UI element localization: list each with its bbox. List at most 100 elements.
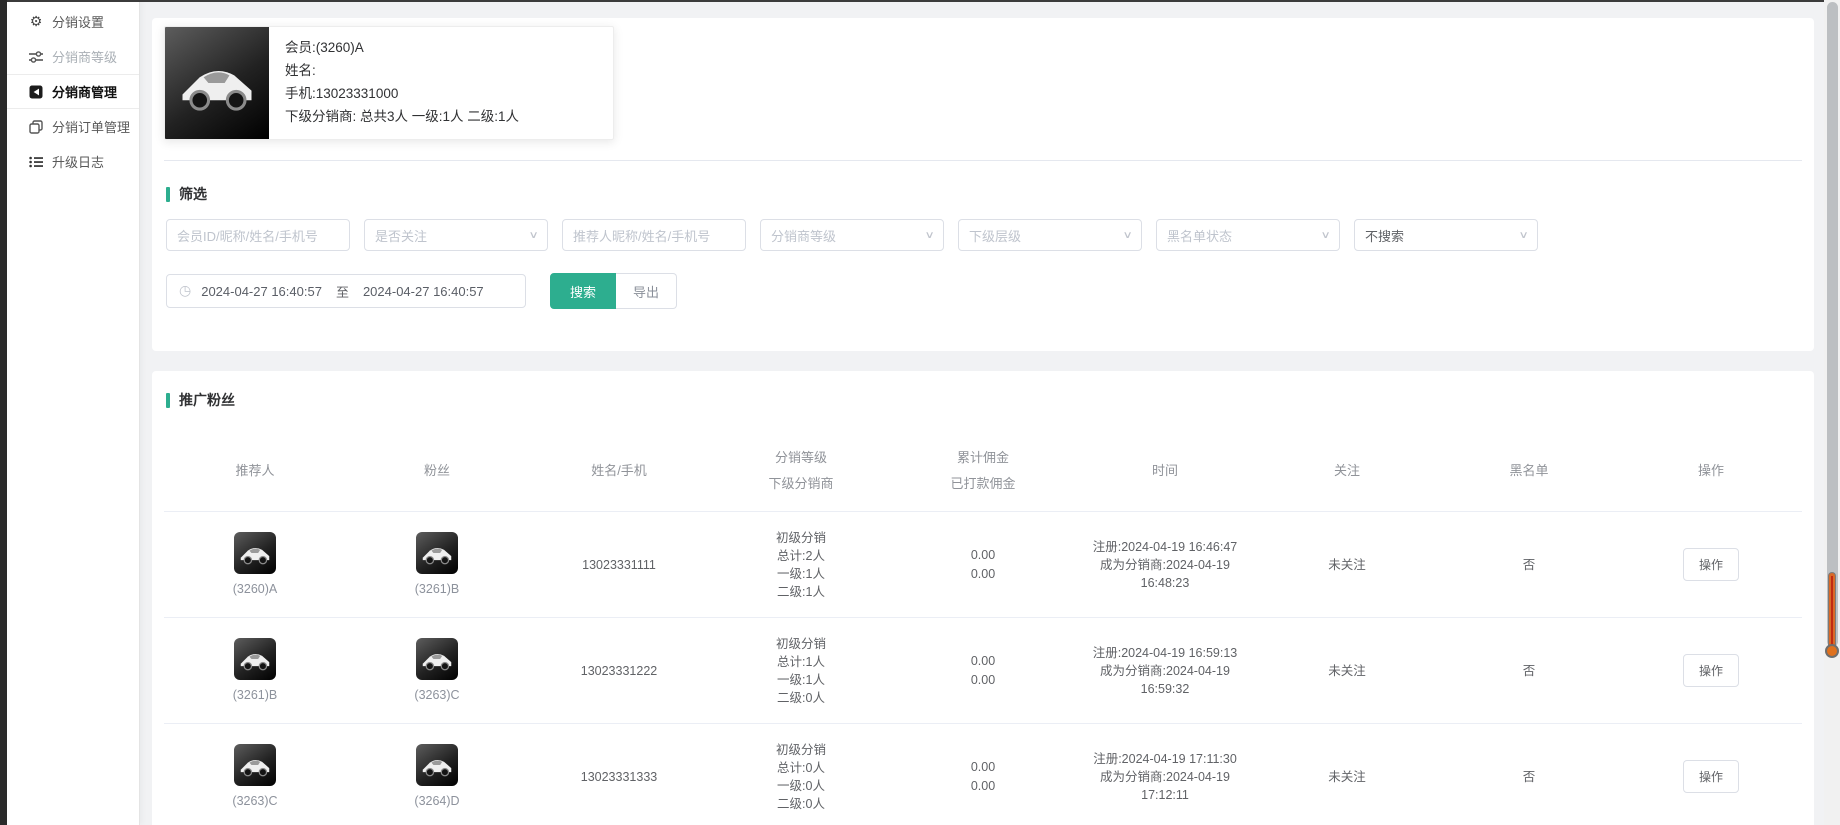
follow-cell: 未关注: [1256, 618, 1438, 724]
fan-cell: (3261)B: [346, 512, 528, 618]
row-action-button[interactable]: 操作: [1683, 760, 1739, 793]
date-range-picker[interactable]: ◷ 2024-04-27 16:40:57 至 2024-04-27 16:40…: [166, 274, 526, 308]
placeholder-text: 推荐人昵称/姓名/手机号: [573, 226, 735, 245]
fan-cell: (3264)D: [346, 724, 528, 825]
fan-avatar: [416, 744, 458, 786]
sidebar-item-3[interactable]: 分销订单管理: [7, 109, 139, 144]
column-header-3: 分销等级下级分销商: [710, 431, 892, 512]
member-name: 姓名:: [285, 59, 519, 82]
column-header-2: 姓名/手机: [528, 431, 710, 512]
action-cell: 操作: [1620, 512, 1802, 618]
window-left-edge: [0, 0, 7, 825]
action-cell: 操作: [1620, 618, 1802, 724]
window-top-edge: [0, 0, 1824, 2]
action-cell: 操作: [1620, 724, 1802, 825]
filter-select-1[interactable]: 是否关注∨: [364, 219, 548, 251]
date-actions-row: ◷ 2024-04-27 16:40:57 至 2024-04-27 16:40…: [166, 273, 1802, 309]
phone-cell: 13023331222: [528, 618, 710, 724]
member-phone: 手机:13023331000: [285, 82, 519, 105]
column-header-4: 累计佣金已打款佣金: [892, 431, 1074, 512]
share-icon: [28, 84, 44, 100]
follow-cell: 未关注: [1256, 724, 1438, 825]
accent-bar: [166, 393, 170, 408]
gear-icon: ⚙: [28, 14, 44, 30]
chevron-down-icon: ∨: [1320, 230, 1330, 241]
placeholder-text: 下级层级: [969, 226, 1124, 245]
fans-table: 推荐人粉丝姓名/手机分销等级下级分销商累计佣金已打款佣金时间关注黑名单操作 (3…: [164, 431, 1802, 825]
column-header-6: 关注: [1256, 431, 1438, 512]
fans-section-title: 推广粉丝: [166, 390, 1802, 410]
phone-cell: 13023331333: [528, 724, 710, 825]
fan-cell: (3263)C: [346, 618, 528, 724]
vertical-scrollbar[interactable]: [1824, 0, 1840, 825]
time-cell: 注册:2024-04-19 16:46:47成为分销商:2024-04-19 1…: [1074, 512, 1256, 618]
placeholder-text: 分销商等级: [771, 226, 926, 245]
filter-select-3[interactable]: 分销商等级∨: [760, 219, 944, 251]
sidebar-item-label: 分销商管理: [52, 82, 117, 101]
fans-table-card: 推广粉丝 推荐人粉丝姓名/手机分销等级下级分销商累计佣金已打款佣金时间关注黑名单…: [152, 371, 1814, 825]
row-action-button[interactable]: 操作: [1683, 548, 1739, 581]
filter-title-label: 筛选: [179, 184, 207, 204]
column-header-1: 粉丝: [346, 431, 528, 512]
filter-input-0[interactable]: 会员ID/昵称/姓名/手机号: [166, 219, 350, 251]
sidebar-item-4[interactable]: 升级日志: [7, 144, 139, 179]
date-end-value[interactable]: 2024-04-27 16:40:57: [363, 284, 484, 299]
sidebar-item-0[interactable]: ⚙ 分销设置: [7, 4, 139, 39]
referrer-id-label: (3263)C: [232, 792, 277, 810]
referrer-cell: (3260)A: [164, 512, 346, 618]
filter-row: 会员ID/昵称/姓名/手机号是否关注∨推荐人昵称/姓名/手机号分销商等级∨下级层…: [166, 219, 1802, 251]
sliders-icon: [28, 49, 44, 65]
orders-icon: [28, 119, 44, 135]
referrer-avatar: [234, 532, 276, 574]
scrollbar-thumb[interactable]: [1827, 2, 1838, 647]
member-filter-card: 会员:(3260)A 姓名: 手机:13023331000 下级分销商: 总共3…: [152, 18, 1814, 351]
member-id: 会员:(3260)A: [285, 36, 519, 59]
member-info-text: 会员:(3260)A 姓名: 手机:13023331000 下级分销商: 总共3…: [269, 27, 535, 139]
column-header-0: 推荐人: [164, 431, 346, 512]
section-divider: [164, 160, 1802, 161]
fan-id-label: (3263)C: [414, 686, 459, 704]
fan-id-label: (3264)D: [414, 792, 459, 810]
sidebar-item-label: 分销设置: [52, 12, 104, 31]
blacklist-cell: 否: [1438, 724, 1620, 825]
date-start-value[interactable]: 2024-04-27 16:40:57: [201, 284, 322, 299]
referrer-id-label: (3260)A: [233, 580, 277, 598]
commission-cell: 0.000.00: [892, 724, 1074, 825]
table-row-0: (3260)A(3261)B13023331111初级分销总计:2人一级:1人二…: [164, 512, 1802, 618]
sidebar-item-2[interactable]: 分销商管理: [7, 74, 139, 109]
row-action-button[interactable]: 操作: [1683, 654, 1739, 687]
column-header-7: 黑名单: [1438, 431, 1620, 512]
commission-cell: 0.000.00: [892, 512, 1074, 618]
blacklist-cell: 否: [1438, 512, 1620, 618]
referrer-avatar: [234, 638, 276, 680]
page-layout: ⚙分销设置分销商等级分销商管理分销订单管理升级日志 会员:(3260)A 姓名:…: [0, 0, 1840, 825]
chevron-down-icon: ∨: [1518, 230, 1528, 241]
sidebar-item-label: 升级日志: [52, 152, 104, 171]
filter-input-2[interactable]: 推荐人昵称/姓名/手机号: [562, 219, 746, 251]
referrer-avatar: [234, 744, 276, 786]
level-cell: 初级分销总计:0人一级:0人二级:0人: [710, 724, 892, 825]
time-cell: 注册:2024-04-19 17:11:30成为分销商:2024-04-19 1…: [1074, 724, 1256, 825]
level-cell: 初级分销总计:2人一级:1人二级:1人: [710, 512, 892, 618]
search-button[interactable]: 搜索: [550, 273, 616, 309]
filter-select-5[interactable]: 黑名单状态∨: [1156, 219, 1340, 251]
sidebar-item-1[interactable]: 分销商等级: [7, 39, 139, 74]
level-cell: 初级分销总计:1人一级:1人二级:0人: [710, 618, 892, 724]
table-row-2: (3263)C (3264)D 13023331333初级分销总计:0人一级:0人二…: [164, 724, 1802, 825]
referrer-id-label: (3261)B: [233, 686, 277, 704]
placeholder-text: 是否关注: [375, 226, 530, 245]
referrer-cell: (3263)C: [164, 724, 346, 825]
export-button[interactable]: 导出: [616, 273, 677, 309]
main-content: 会员:(3260)A 姓名: 手机:13023331000 下级分销商: 总共3…: [140, 0, 1840, 825]
filter-select-4[interactable]: 下级层级∨: [958, 219, 1142, 251]
fan-avatar: [416, 532, 458, 574]
accent-bar: [166, 187, 170, 202]
chevron-down-icon: ∨: [1122, 230, 1132, 241]
member-avatar: [165, 27, 269, 139]
blacklist-cell: 否: [1438, 618, 1620, 724]
time-cell: 注册:2024-04-19 16:59:13成为分销商:2024-04-19 1…: [1074, 618, 1256, 724]
filter-select-6[interactable]: 不搜索∨: [1354, 219, 1538, 251]
scroll-marker-thermometer-icon: [1825, 572, 1839, 667]
chevron-down-icon: ∨: [528, 230, 538, 241]
fans-table-head: 推荐人粉丝姓名/手机分销等级下级分销商累计佣金已打款佣金时间关注黑名单操作: [164, 431, 1802, 512]
